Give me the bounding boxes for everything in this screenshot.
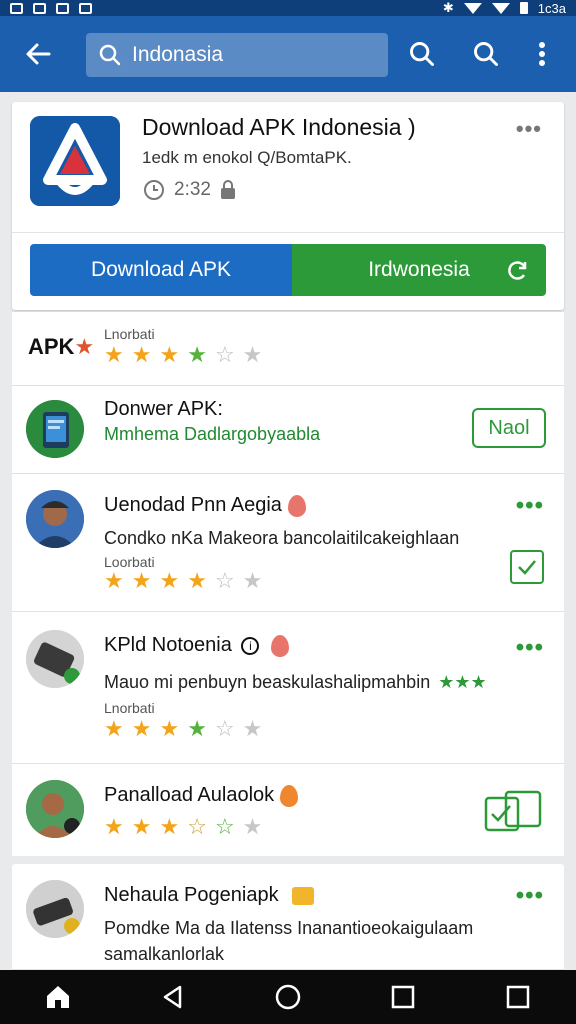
app-bar <box>0 16 576 92</box>
more-options-button[interactable]: ••• <box>516 492 544 520</box>
clock-icon <box>144 180 164 200</box>
home-nav-button[interactable] <box>34 973 82 1021</box>
fire-icon <box>280 784 299 807</box>
search-icon <box>474 42 498 66</box>
back-triangle-icon <box>163 985 182 1009</box>
search-button-secondary[interactable] <box>462 30 510 78</box>
rating-stars: ★ ★ ★ ★ ☆ ★ <box>104 568 263 593</box>
refresh-icon <box>508 261 527 280</box>
app-icon <box>26 400 84 458</box>
featured-app-time: 2:32 <box>174 179 211 200</box>
notification-icon <box>10 2 23 14</box>
row-title: Uenodad Pnn Aegia <box>104 494 306 517</box>
bluetooth-icon: ✱ <box>442 0 454 15</box>
install-button-label: Irdwonesia <box>368 258 470 281</box>
extra-stars-icon: ★★★ <box>438 672 487 692</box>
row-subtitle: Pomdke Ma da Ilatenss Inanantioeokaigula… <box>104 918 474 938</box>
lock-icon <box>220 180 235 199</box>
app-logo-icon[interactable] <box>30 116 120 206</box>
more-options-button[interactable]: ••• <box>516 882 544 910</box>
battery-icon <box>519 2 528 14</box>
overflow-menu-button[interactable] <box>518 30 566 78</box>
checkbox-icon[interactable] <box>510 550 544 584</box>
more-options-button[interactable]: ••• <box>516 634 544 662</box>
status-time: 1c3a <box>537 0 566 16</box>
featured-app-subtitle: 1edk m enokol Q/BomtaPK. <box>142 148 352 167</box>
search-icon <box>99 44 121 66</box>
search-button[interactable] <box>398 30 446 78</box>
row-title: Panalload Aulaolok <box>104 784 299 807</box>
app-icon <box>26 880 84 938</box>
square-icon <box>507 985 530 1009</box>
apk-logo: APK★ <box>28 334 95 359</box>
notification-icon <box>79 2 92 14</box>
more-options-button[interactable]: ••• <box>516 116 542 142</box>
fire-icon <box>287 494 306 517</box>
search-icon <box>410 42 434 66</box>
row-subtitle-2: samalkanlorlak <box>104 944 225 964</box>
rating-stars: ★ ★ ★ ☆ ☆ ★ <box>104 814 263 839</box>
more-vertical-icon <box>539 42 545 66</box>
back-button[interactable] <box>14 30 62 78</box>
home-circle-button[interactable] <box>264 973 312 1021</box>
search-input[interactable] <box>132 43 372 67</box>
download-apk-button[interactable]: Download APK <box>30 244 292 296</box>
recents-nav-button[interactable] <box>379 973 427 1021</box>
system-nav-bar <box>0 970 576 1024</box>
row-title: Nehaula Pogeniapk <box>104 884 315 907</box>
action-button-bar: Download APK Irdwonesia <box>30 244 546 296</box>
featured-app-card: Download APK Indonesia ) 1edk m enokol Q… <box>12 102 564 310</box>
row-subtitle: Mmhema Dadlargobyaabla <box>104 424 321 444</box>
row-title: KPld Notoenia i <box>104 634 289 657</box>
install-button[interactable]: Irdwonesia <box>292 244 546 296</box>
fire-icon <box>271 634 289 657</box>
multi-select-icon[interactable] <box>484 790 544 837</box>
home-icon <box>46 986 69 1008</box>
row-subtitle: Mauo mi penbuyn beaskulashalipmahbin ★★★ <box>104 672 487 692</box>
circle-icon <box>275 984 301 1010</box>
rating-stars: ★ ★ ★ ★ ☆ ★ <box>104 716 263 741</box>
wifi-icon <box>463 2 482 14</box>
back-arrow-icon <box>26 43 51 65</box>
divider <box>12 232 564 233</box>
rating-stars: ★ ★ ★ ★ ☆ ★ <box>104 342 263 367</box>
row-label: Lnorbati <box>104 700 155 716</box>
folder-icon <box>292 886 315 905</box>
notification-icon <box>33 2 46 14</box>
row-label: Lnorbati <box>104 326 155 342</box>
row-subtitle: Condko nKa Makeora bancolaitilcakeighlaa… <box>104 528 460 548</box>
list-item[interactable]: Nehaula Pogeniapk ••• Pomdke Ma da Ilate… <box>12 864 564 970</box>
list-item[interactable]: Uenodad Pnn Aegia ••• Condko nKa Makeora… <box>12 474 564 612</box>
app-icon <box>26 630 84 688</box>
list-item[interactable]: Donwer APK: Mmhema Dadlargobyaabla Naol <box>12 386 564 474</box>
info-icon: i <box>241 636 260 655</box>
featured-app-meta: 2:32 <box>142 178 237 202</box>
list-item[interactable]: Panalload Aulaolok ★ ★ ★ ☆ ☆ ★ <box>12 764 564 856</box>
square-icon <box>391 985 415 1009</box>
search-bar[interactable] <box>86 33 388 77</box>
notification-icon <box>56 2 69 14</box>
featured-app-title[interactable]: Download APK Indonesia ) <box>142 114 416 141</box>
list-item[interactable]: KPld Notoenia i ••• Mauo mi penbuyn beas… <box>12 612 564 764</box>
signal-icon <box>491 2 510 14</box>
user-avatar <box>26 780 84 838</box>
recents-nav-button-2[interactable] <box>494 973 542 1021</box>
status-bar: ✱ 1c3a <box>0 0 576 16</box>
back-nav-button[interactable] <box>149 973 197 1021</box>
list-item[interactable]: APK★ Lnorbati ★ ★ ★ ★ ☆ ★ <box>12 312 564 386</box>
row-title: Donwer APK: <box>104 398 223 420</box>
user-avatar <box>26 490 84 548</box>
install-small-button[interactable]: Naol <box>472 408 546 448</box>
